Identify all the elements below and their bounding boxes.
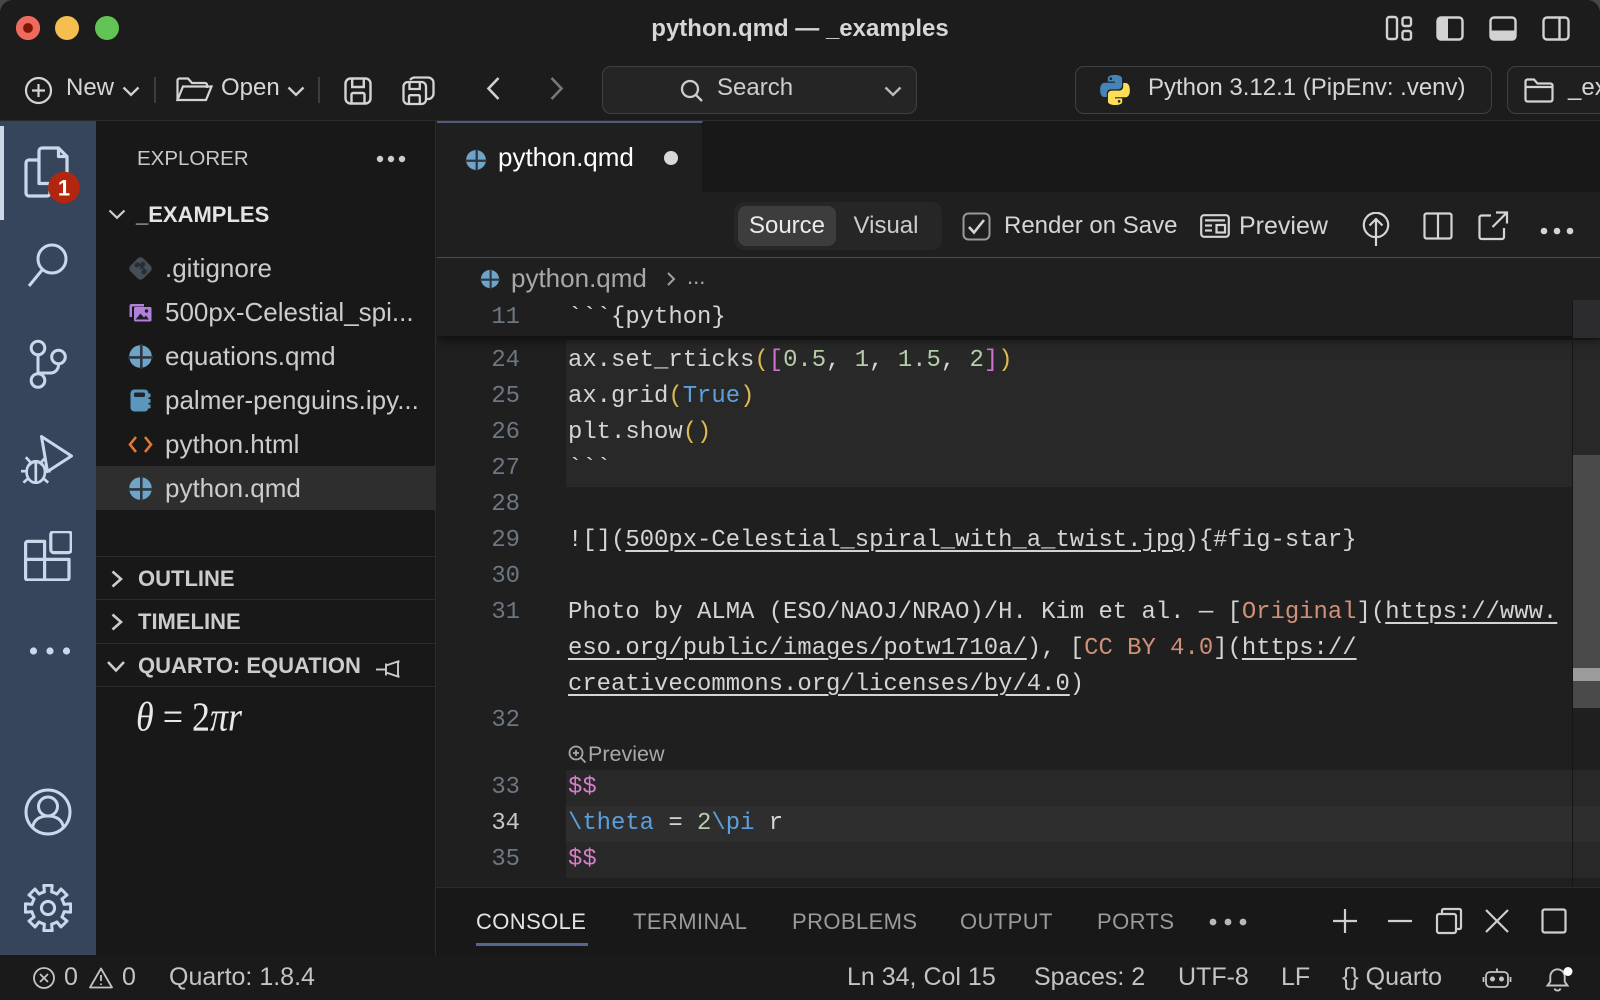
svg-text:1: 1 — [58, 175, 70, 200]
